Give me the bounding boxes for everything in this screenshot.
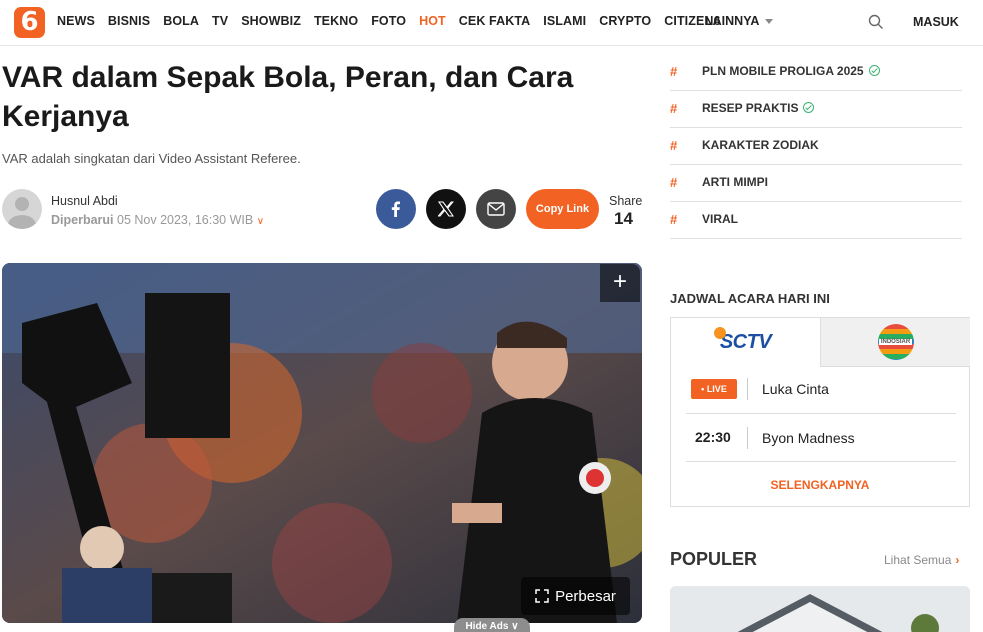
top-navigation: 6 NEWS BISNIS BOLA TV SHOWBIZ TEKNO FOTO… bbox=[0, 0, 983, 46]
login-button[interactable]: MASUK bbox=[913, 15, 959, 29]
populer-thumbnail[interactable] bbox=[670, 586, 970, 632]
trending-label: VIRAL bbox=[702, 212, 738, 226]
trending-label: KARAKTER ZODIAK bbox=[702, 138, 819, 152]
see-all-link[interactable]: Lihat Semua › bbox=[884, 553, 959, 567]
hide-ads-label: Hide Ads bbox=[465, 621, 509, 632]
updated-label: Diperbarui bbox=[51, 213, 114, 227]
hashtag-icon: # bbox=[670, 175, 678, 190]
indosiar-logo: INDOSIAR bbox=[877, 324, 914, 360]
check-circle-icon bbox=[868, 65, 880, 76]
divider bbox=[686, 461, 956, 462]
chevron-right-icon: › bbox=[955, 553, 960, 567]
chevron-down-icon bbox=[765, 19, 774, 25]
nav-more-dropdown[interactable]: LAINNYA bbox=[705, 14, 774, 28]
copy-link-button[interactable]: Copy Link bbox=[526, 189, 599, 229]
hashtag-icon: # bbox=[670, 64, 678, 79]
check-circle-icon bbox=[803, 102, 815, 113]
updated-info[interactable]: Diperbarui 05 Nov 2023, 16:30 WIB ∨ bbox=[51, 213, 264, 227]
article-hero-image[interactable] bbox=[2, 263, 642, 623]
trending-item[interactable]: # RESEP PRAKTIS bbox=[670, 91, 962, 128]
hashtag-icon: # bbox=[670, 212, 678, 227]
nav-link-showbiz[interactable]: SHOWBIZ bbox=[241, 14, 301, 28]
nav-link-hot[interactable]: HOT bbox=[419, 14, 446, 28]
facebook-icon bbox=[391, 201, 400, 217]
referee-var-photo bbox=[2, 263, 642, 623]
share-email-button[interactable] bbox=[476, 189, 516, 229]
enlarge-label: Perbesar bbox=[555, 587, 616, 605]
share-count: 14 bbox=[614, 209, 633, 228]
divider bbox=[686, 413, 956, 414]
program-name: Luka Cinta bbox=[762, 381, 829, 397]
author-avatar[interactable] bbox=[2, 189, 42, 229]
share-facebook-button[interactable] bbox=[376, 189, 416, 229]
updated-time: 05 Nov 2023, 16:30 WIB bbox=[117, 213, 254, 227]
program-row[interactable]: 22:30 Byon Madness bbox=[686, 417, 956, 462]
mail-icon bbox=[487, 202, 505, 216]
author-name[interactable]: Husnul Abdi bbox=[51, 194, 118, 208]
schedule-widget: SCTV INDOSIAR • LIVE Luka Cinta 22:30 By… bbox=[670, 317, 970, 507]
nav-link-islami[interactable]: ISLAMI bbox=[543, 14, 586, 28]
nav-link-news[interactable]: NEWS bbox=[57, 14, 95, 28]
enlarge-button[interactable]: Perbesar bbox=[521, 577, 630, 615]
sctv-logo: SCTV bbox=[713, 327, 772, 354]
trending-label: ARTI MIMPI bbox=[702, 175, 768, 189]
share-label: Share bbox=[609, 194, 643, 208]
trending-item[interactable]: # VIRAL bbox=[670, 202, 962, 239]
program-row[interactable]: • LIVE Luka Cinta bbox=[686, 368, 956, 413]
site-logo[interactable]: 6 bbox=[14, 7, 45, 38]
nav-more-label: LAINNYA bbox=[705, 14, 760, 28]
share-x-button[interactable] bbox=[426, 189, 466, 229]
trending-item[interactable]: # PLN MOBILE PROLIGA 2025 bbox=[670, 54, 962, 91]
hashtag-icon: # bbox=[670, 138, 678, 153]
search-icon[interactable] bbox=[868, 14, 884, 30]
hide-ads-button[interactable]: Hide Ads ∨ bbox=[454, 618, 530, 632]
divider bbox=[747, 378, 748, 400]
nav-link-bisnis[interactable]: BISNIS bbox=[108, 14, 150, 28]
tab-indosiar[interactable]: INDOSIAR bbox=[821, 318, 970, 367]
chevron-down-icon: ∨ bbox=[256, 216, 265, 227]
expand-icon bbox=[535, 589, 549, 603]
nav-link-tv[interactable]: TV bbox=[212, 14, 228, 28]
user-icon bbox=[8, 197, 36, 229]
trending-item[interactable]: # KARAKTER ZODIAK bbox=[670, 128, 962, 165]
see-more-link[interactable]: SELENGKAPNYA bbox=[671, 478, 969, 492]
add-icon[interactable]: + bbox=[600, 264, 640, 302]
article-subtitle: VAR adalah singkatan dari Video Assistan… bbox=[2, 151, 301, 166]
x-icon bbox=[438, 201, 454, 217]
populer-title: POPULER bbox=[670, 549, 758, 569]
house-photo bbox=[670, 586, 970, 632]
nav-links: NEWS BISNIS BOLA TV SHOWBIZ TEKNO FOTO H… bbox=[57, 14, 734, 28]
program-name: Byon Madness bbox=[762, 430, 855, 446]
trending-label: PLN MOBILE PROLIGA 2025 bbox=[702, 64, 880, 78]
nav-link-foto[interactable]: FOTO bbox=[371, 14, 406, 28]
tab-sctv[interactable]: SCTV bbox=[671, 318, 821, 367]
article-title: VAR dalam Sepak Bola, Peran, dan Cara Ke… bbox=[2, 61, 574, 133]
schedule-title: JADWAL ACARA HARI INI bbox=[670, 291, 830, 306]
nav-link-cek-fakta[interactable]: CEK FAKTA bbox=[459, 14, 531, 28]
trending-label: RESEP PRAKTIS bbox=[702, 101, 815, 115]
live-badge: • LIVE bbox=[691, 379, 737, 399]
program-time: 22:30 bbox=[695, 429, 731, 445]
divider bbox=[747, 427, 748, 449]
nav-link-bola[interactable]: BOLA bbox=[163, 14, 199, 28]
hashtag-icon: # bbox=[670, 101, 678, 116]
nav-link-tekno[interactable]: TEKNO bbox=[314, 14, 358, 28]
trending-item[interactable]: # ARTI MIMPI bbox=[670, 165, 962, 202]
nav-link-crypto[interactable]: CRYPTO bbox=[599, 14, 651, 28]
